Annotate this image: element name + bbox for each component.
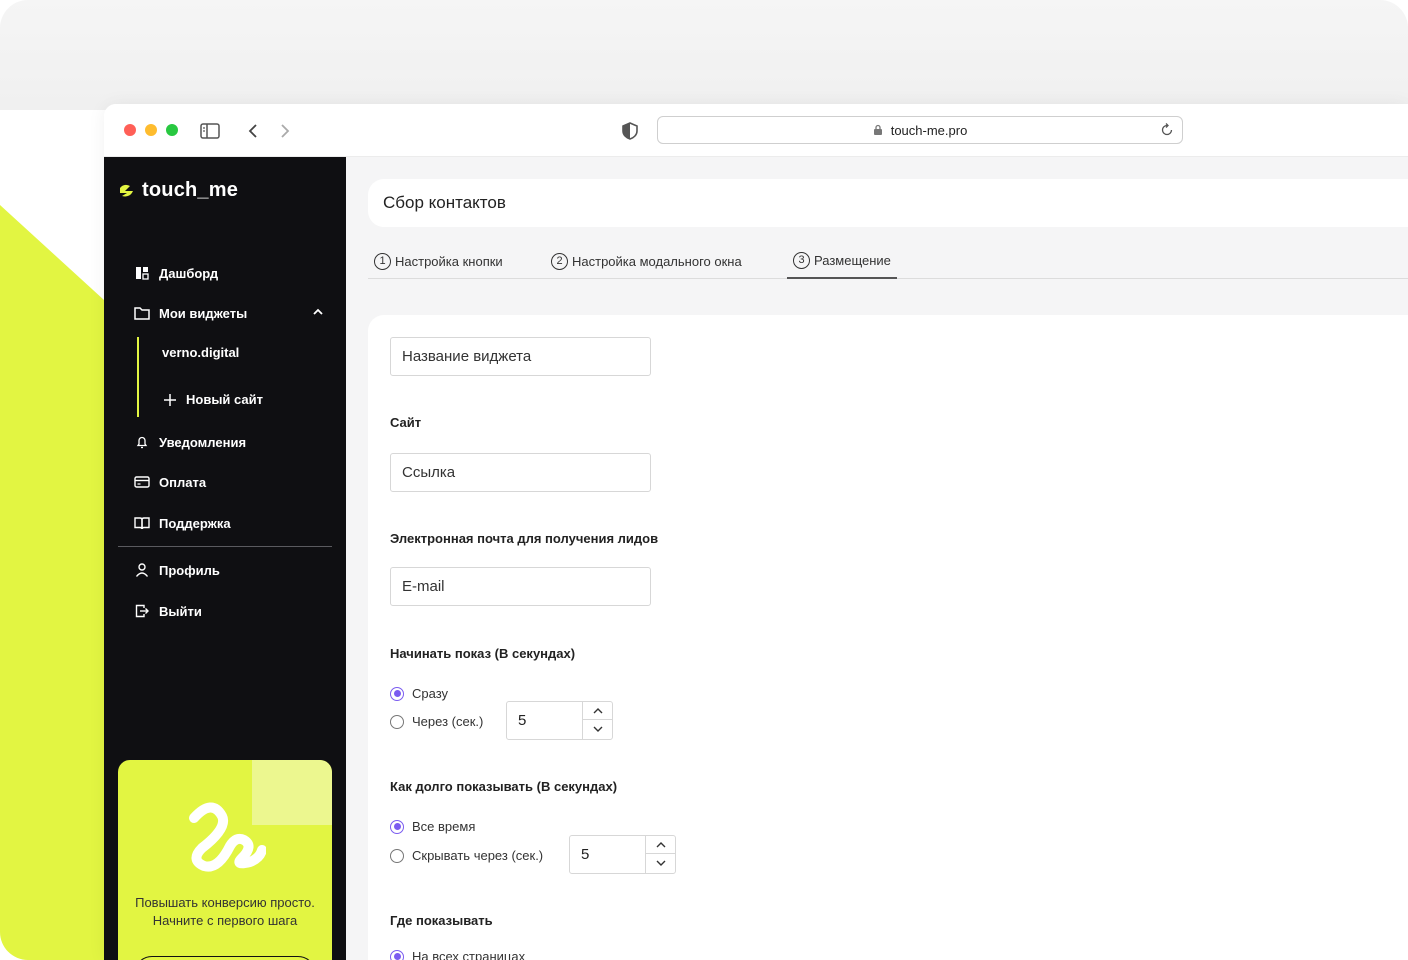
address-bar[interactable]: touch-me.pro [657, 116, 1183, 144]
promo-text: Повышать конверсию просто. Начните с пер… [135, 895, 315, 928]
start-immediately-radio[interactable]: Сразу [390, 686, 448, 701]
promo-button[interactable] [134, 956, 316, 960]
browser-window: touch-me.pro touch_me Дашборд Мои виджет… [104, 104, 1408, 960]
tab-label: Размещение [814, 252, 891, 268]
radio-selected-icon [390, 686, 404, 701]
new-site-button[interactable]: Новый сайт [164, 392, 263, 407]
url-text: touch-me.pro [890, 122, 968, 138]
forward-icon[interactable] [274, 120, 296, 142]
sidebar-item-notifications[interactable]: Уведомления [134, 431, 246, 453]
main-content: Сбор контактов 1 Настройка кнопки 2 Наст… [346, 157, 1408, 960]
tab-placement[interactable]: 3 Размещение [787, 243, 897, 279]
step-tabs: 1 Настройка кнопки 2 Настройка модальног… [368, 243, 1408, 279]
sidebar-toggle-icon[interactable] [199, 120, 221, 142]
shield-icon[interactable] [619, 120, 641, 142]
chevron-up-icon[interactable] [312, 306, 324, 321]
tab-modal-settings[interactable]: 2 Настройка модального окна [551, 243, 742, 279]
sidebar-item-label: Оплата [159, 474, 207, 490]
user-icon [134, 562, 150, 578]
card-icon [134, 474, 150, 490]
logo-icon [118, 182, 136, 200]
back-icon[interactable] [242, 120, 264, 142]
site-label: Сайт [390, 415, 422, 430]
maximize-window-button[interactable] [166, 124, 178, 136]
chevron-down-icon[interactable] [646, 854, 676, 872]
plus-icon [164, 393, 176, 406]
sidebar-item-my-widgets[interactable]: Мои виджеты [134, 302, 324, 324]
sidebar-item-label: Профиль [159, 562, 220, 578]
sidebar-item-label: Выйти [159, 603, 202, 619]
browser-toolbar: touch-me.pro [104, 104, 1408, 157]
chevron-up-icon[interactable] [646, 836, 676, 854]
sidebar-divider [118, 546, 332, 547]
duration-always-radio[interactable]: Все время [390, 819, 475, 834]
folder-icon [134, 305, 150, 321]
duration-hide-stepper[interactable]: 5 [569, 835, 676, 874]
email-label: Электронная почта для получения лидов [390, 531, 659, 546]
tab-label: Настройка модального окна [572, 253, 742, 269]
where-all-pages-radio[interactable]: На всех страницах [390, 949, 525, 960]
logo[interactable]: touch_me [118, 179, 238, 202]
minimize-window-button[interactable] [145, 124, 157, 136]
lock-icon [873, 124, 883, 136]
widget-name-input[interactable]: Название виджета [390, 337, 651, 376]
duration-label: Как долго показывать (В секундах) [390, 779, 618, 794]
site-url-input[interactable]: Ссылка [390, 453, 651, 492]
sidebar-item-dashboard[interactable]: Дашборд [134, 262, 218, 284]
chevron-up-icon[interactable] [583, 702, 613, 720]
page-title: Сбор контактов [368, 179, 1408, 227]
radio-selected-icon [390, 819, 404, 834]
sidebar-item-label: Поддержка [159, 515, 231, 531]
tab-label: Настройка кнопки [395, 253, 503, 269]
widget-item[interactable]: verno.digital [162, 345, 239, 360]
sidebar-item-profile[interactable]: Профиль [134, 559, 220, 581]
sidebar-item-label: Уведомления [159, 434, 247, 450]
stepper-value: 5 [581, 846, 590, 863]
reload-icon[interactable] [1160, 123, 1174, 140]
step-number: 2 [551, 252, 568, 270]
sidebar: touch_me Дашборд Мои виджеты verno.digit… [104, 157, 346, 960]
start-delay-stepper[interactable]: 5 [506, 701, 613, 740]
chevron-down-icon[interactable] [583, 720, 613, 738]
placement-form: Название виджета Сайт Ссылка Электронная… [368, 315, 1408, 960]
sidebar-item-logout[interactable]: Выйти [134, 600, 202, 622]
submenu-line [137, 337, 139, 417]
email-input[interactable]: E-mail [390, 567, 651, 606]
squiggle-icon [189, 802, 266, 872]
tab-button-settings[interactable]: 1 Настройка кнопки [374, 243, 503, 279]
dashboard-icon [134, 265, 150, 281]
promo-card: Повышать конверсию просто. Начните с пер… [118, 760, 332, 960]
sidebar-item-payment[interactable]: Оплата [134, 471, 206, 493]
radio-empty-icon [390, 848, 404, 863]
duration-hide-radio[interactable]: Скрывать через (сек.) [390, 848, 543, 863]
sidebar-item-label: Дашборд [159, 265, 219, 281]
radio-selected-icon [390, 949, 404, 960]
start-label: Начинать показ (В секундах) [390, 646, 576, 661]
bell-icon [134, 434, 150, 450]
start-delay-radio[interactable]: Через (сек.) [390, 714, 483, 729]
radio-empty-icon [390, 714, 404, 729]
step-number: 3 [793, 251, 810, 269]
logo-text: touch_me [142, 179, 239, 201]
close-window-button[interactable] [124, 124, 136, 136]
book-icon [134, 515, 150, 531]
logout-icon [134, 603, 150, 619]
sidebar-item-support[interactable]: Поддержка [134, 512, 231, 534]
stepper-value: 5 [518, 712, 527, 729]
where-label: Где показывать [390, 913, 493, 928]
step-number: 1 [374, 252, 391, 270]
sidebar-item-label: Мои виджеты [159, 305, 248, 321]
